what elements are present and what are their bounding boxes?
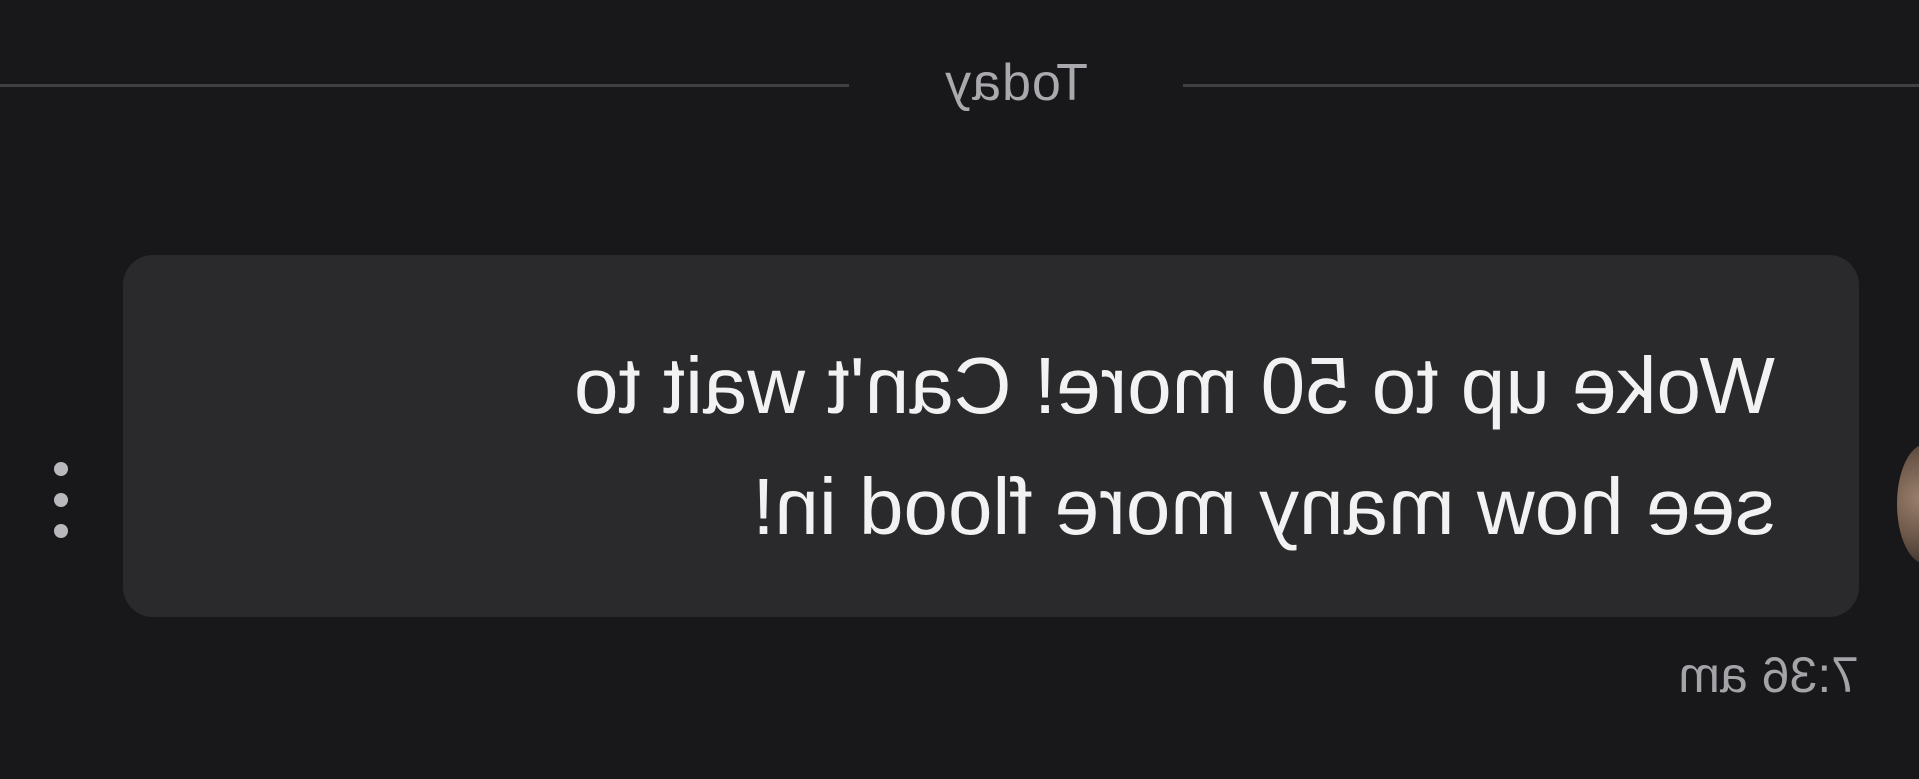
vertical-ellipsis-icon	[54, 493, 68, 507]
date-divider: Today	[0, 48, 1919, 118]
vertical-ellipsis-icon	[54, 462, 68, 476]
divider-line-right	[0, 84, 849, 87]
vertical-ellipsis-icon	[54, 524, 68, 538]
divider-line-left	[1183, 84, 1919, 87]
message-timestamp: 7:36 am	[1678, 647, 1859, 703]
more-options-button[interactable]	[41, 462, 81, 538]
chat-view: Today Woke up to 50 more! Can't wait to …	[0, 0, 1919, 779]
message-text: Woke up to 50 more! Can't wait to see ho…	[573, 341, 1775, 551]
sender-avatar[interactable]	[1897, 444, 1919, 564]
date-label: Today	[944, 54, 1088, 112]
